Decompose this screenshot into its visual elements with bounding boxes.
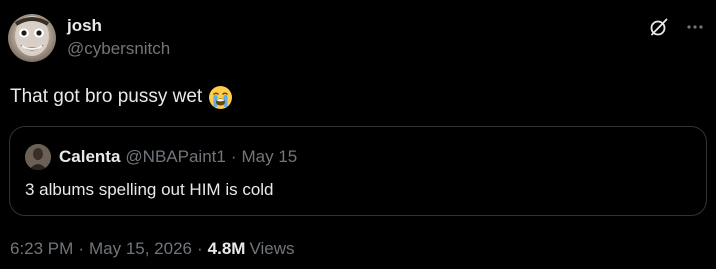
quoted-tweet[interactable]: Calenta @NBAPaint1 · May 15 3 albums spe… — [9, 126, 707, 216]
avatar-face-icon — [14, 16, 50, 56]
quoted-avatar[interactable] — [25, 144, 51, 170]
separator-dot: · — [78, 239, 84, 258]
views-count[interactable]: 4.8M — [208, 239, 246, 258]
tweet-metadata: 6:23 PM · May 15, 2026 · 4.8M Views — [10, 238, 295, 260]
author-name[interactable]: josh — [67, 16, 170, 36]
more-options-icon[interactable] — [684, 16, 706, 38]
separator-dot: · — [197, 239, 203, 258]
tweet-detail: josh @cybersnitch That got bro pussy wet — [0, 0, 716, 269]
views-label: Views — [249, 239, 295, 258]
tweet-actions-top — [648, 16, 706, 38]
tweet-date[interactable]: May 15, 2026 — [89, 239, 192, 258]
author-handle[interactable]: @cybersnitch — [67, 38, 170, 60]
avatar[interactable] — [8, 14, 56, 62]
loudly-crying-face-icon — [208, 85, 233, 110]
author-info: josh @cybersnitch — [67, 16, 170, 60]
tweet-time[interactable]: 6:23 PM — [10, 239, 73, 258]
grok-icon[interactable] — [648, 16, 670, 38]
separator-dot: · — [230, 147, 237, 166]
quoted-author-name[interactable]: Calenta — [59, 147, 120, 167]
quoted-date[interactable]: May 15 — [242, 147, 298, 167]
quoted-tweet-text: 3 albums spelling out HIM is cold — [25, 180, 274, 199]
quoted-tweet-header: Calenta @NBAPaint1 · May 15 — [25, 144, 297, 170]
tweet-text: That got bro pussy wet — [10, 84, 233, 110]
quoted-author-handle[interactable]: @NBAPaint1 — [125, 147, 225, 167]
tweet-body: That got bro pussy wet — [10, 86, 203, 107]
